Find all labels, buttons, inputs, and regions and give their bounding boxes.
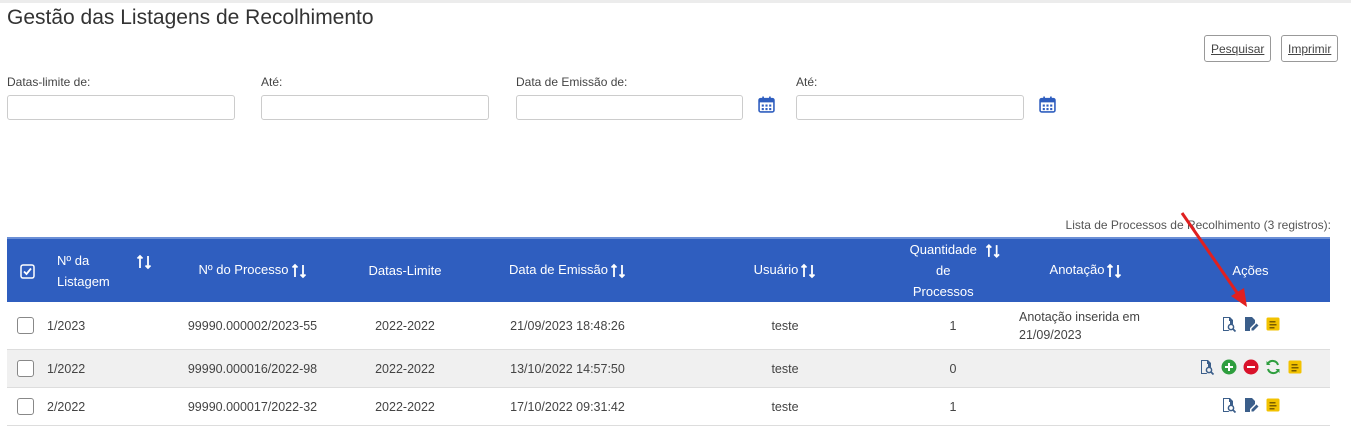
header-user[interactable]: Usuário [665, 237, 905, 302]
edit-icon[interactable] [1243, 316, 1259, 332]
search-button[interactable]: Pesquisar [1204, 35, 1272, 62]
table-row: 2/2022 99990.000017/2022-32 2022-2022 17… [7, 387, 1330, 426]
row-note [1001, 387, 1171, 426]
row-note: Anotação inserida em 21/09/2023 [1001, 302, 1171, 350]
header-actions: Ações [1171, 237, 1330, 302]
sort-icon[interactable] [800, 263, 816, 279]
sort-icon[interactable] [610, 263, 626, 279]
page-title: Gestão das Listagens de Recolhimento [7, 6, 374, 29]
print-button[interactable]: Imprimir [1281, 35, 1339, 62]
row-quantity: 1 [905, 302, 1001, 350]
row-process: 99990.000016/2022-98 [165, 349, 340, 388]
row-checkbox[interactable] [17, 360, 34, 377]
header-emission-label: Data de Emissão [509, 262, 608, 278]
remove-icon[interactable] [1243, 359, 1259, 375]
view-icon[interactable] [1199, 359, 1215, 376]
row-user: teste [665, 387, 905, 426]
row-emission: 13/10/2022 14:57:50 [470, 349, 665, 388]
sort-icon[interactable] [291, 263, 307, 279]
emission-from-input[interactable] [516, 95, 743, 120]
header-listing-line2: Listagem [57, 273, 110, 289]
row-process: 99990.000002/2023-55 [165, 302, 340, 350]
view-icon[interactable] [1221, 397, 1237, 414]
add-icon[interactable] [1221, 359, 1237, 375]
row-listing: 2/2022 [47, 387, 165, 426]
row-user: teste [665, 302, 905, 350]
row-note [1001, 349, 1171, 388]
row-select-cell[interactable] [7, 349, 47, 388]
row-quantity: 0 [905, 349, 1001, 388]
header-listing[interactable]: Nº da Listagem [47, 237, 165, 302]
header-note-label: Anotação [1049, 262, 1105, 278]
calendar-icon[interactable] [758, 96, 775, 113]
row-note-line1: Anotação inserida em [1019, 309, 1140, 324]
refresh-icon[interactable] [1265, 359, 1281, 375]
sort-icon[interactable] [985, 243, 1001, 259]
note-icon[interactable] [1265, 316, 1281, 332]
table-caption: Lista de Processos de Recolhimento (3 re… [1065, 218, 1331, 232]
header-user-label: Usuário [753, 262, 799, 278]
process-table: Nº da Listagem Nº do Processo Datas-Limi… [7, 237, 1330, 426]
row-note-line2: 21/09/2023 [1019, 327, 1082, 342]
view-icon[interactable] [1221, 316, 1237, 333]
row-select-cell[interactable] [7, 302, 47, 350]
header-quantity[interactable]: Quantidade de Processos [905, 237, 1001, 302]
header-process-label: Nº do Processo [198, 262, 289, 278]
header-process[interactable]: Nº do Processo [165, 237, 340, 302]
row-quantity: 1 [905, 387, 1001, 426]
row-actions [1171, 387, 1330, 426]
row-deadlines: 2022-2022 [340, 302, 470, 350]
note-icon[interactable] [1287, 359, 1303, 375]
header-quantity-line2: de Processos [912, 263, 974, 299]
header-listing-line1: Nº da [57, 252, 90, 268]
row-user: teste [665, 349, 905, 388]
table-row: 1/2022 99990.000016/2022-98 2022-2022 13… [7, 349, 1330, 388]
deadline-from-label: Datas-limite de: [7, 75, 91, 89]
row-actions [1171, 302, 1330, 350]
deadline-to-label: Até: [261, 75, 283, 89]
select-all-header[interactable] [7, 237, 47, 302]
row-deadlines: 2022-2022 [340, 349, 470, 388]
row-listing: 1/2023 [47, 302, 165, 350]
deadline-from-input[interactable] [7, 95, 235, 120]
note-icon[interactable] [1265, 397, 1281, 413]
edit-icon[interactable] [1243, 397, 1259, 413]
emission-from-label: Data de Emissão de: [516, 75, 628, 89]
row-emission: 21/09/2023 18:48:26 [470, 302, 665, 350]
row-actions [1171, 349, 1330, 388]
row-deadlines: 2022-2022 [340, 387, 470, 426]
select-all-checkbox-icon[interactable] [19, 263, 35, 279]
row-process: 99990.000017/2022-32 [165, 387, 340, 426]
emission-to-label: Até: [796, 75, 818, 89]
header-quantity-line1: Quantidade [909, 242, 977, 257]
sort-icon[interactable] [1106, 263, 1122, 279]
header-note[interactable]: Anotação [1001, 237, 1171, 302]
calendar-icon[interactable] [1039, 96, 1056, 113]
row-checkbox[interactable] [17, 398, 34, 415]
deadline-to-input[interactable] [261, 95, 489, 120]
emission-to-input[interactable] [796, 95, 1024, 120]
row-checkbox[interactable] [17, 317, 34, 334]
header-emission[interactable]: Data de Emissão [470, 237, 665, 302]
top-border [0, 0, 1351, 3]
row-select-cell[interactable] [7, 387, 47, 426]
sort-icon[interactable] [136, 254, 152, 270]
table-row: 1/2023 99990.000002/2023-55 2022-2022 21… [7, 302, 1330, 350]
header-deadlines: Datas-Limite [340, 237, 470, 302]
row-listing: 1/2022 [47, 349, 165, 388]
row-emission: 17/10/2022 09:31:42 [470, 387, 665, 426]
